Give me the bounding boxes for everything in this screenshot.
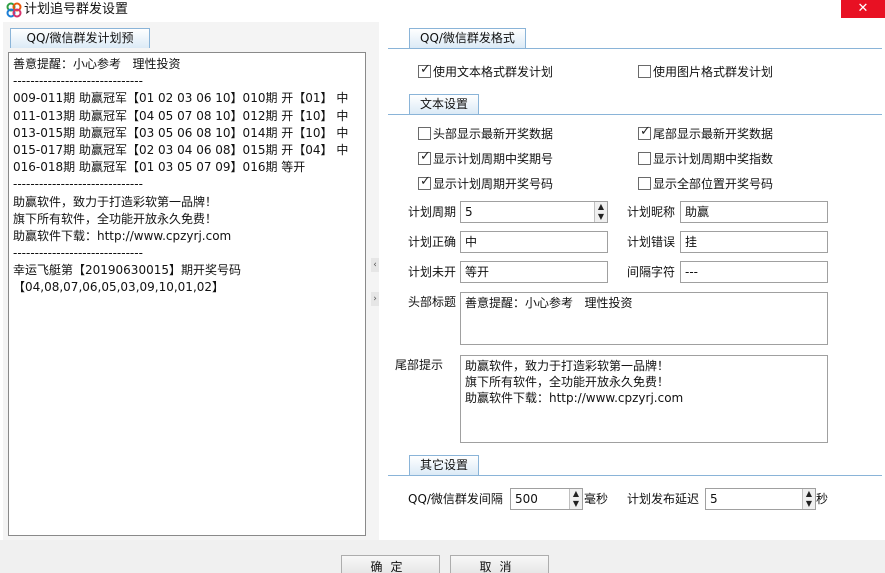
divider [388, 475, 882, 476]
plan-pending-input[interactable]: 等开 [460, 261, 608, 283]
ok-button[interactable]: 确定 [341, 555, 440, 573]
preview-panel: QQ/微信群发计划预 善意提醒：小心参考 理性投资 --------------… [3, 22, 371, 540]
preview-line: 幸运飞艇第【20190630015】期开奖号码 [13, 263, 241, 278]
spin-up-icon[interactable]: ▲ [802, 489, 815, 499]
checkbox-image-plan[interactable]: 使用图片格式群发计划 [638, 64, 773, 80]
spin-up-icon[interactable]: ▲ [594, 202, 607, 212]
plan-pending-label: 计划未开 [408, 265, 457, 279]
divider [388, 48, 882, 49]
publish-delay-label: 计划发布延迟 [627, 492, 700, 506]
checkbox-label: 头部显示最新开奖数据 [433, 127, 554, 141]
divider [388, 114, 882, 115]
checkbox-box[interactable] [638, 152, 651, 165]
checkbox-cycle-win-period[interactable]: ✓ 显示计划周期中奖期号 [418, 149, 554, 167]
checkbox-all-positions[interactable]: 显示全部位置开奖号码 [638, 176, 773, 192]
publish-delay-value: 5 [710, 492, 718, 506]
footer-tip-label: 尾部提示 [395, 358, 444, 372]
preview-line: 【04,08,07,06,05,03,09,10,01,02】 [13, 280, 225, 295]
preview-line: 旗下所有软件，全功能开放永久免费！ [13, 211, 218, 226]
checkbox-box[interactable]: ✓ [418, 174, 431, 190]
button-bar: 确定 取消 [0, 540, 885, 573]
expand-right-icon[interactable]: › [371, 292, 379, 306]
publish-delay-unit: 秒 [816, 492, 829, 506]
panel-splitter[interactable]: ‹ › [371, 22, 379, 540]
textarea-line: 助赢软件，致力于打造彩软第一品牌！ [465, 359, 670, 373]
preview-line: 助赢软件，致力于打造彩软第一品牌！ [13, 194, 218, 209]
checkmark-icon: ✓ [420, 149, 431, 164]
preview-line: 助赢软件下载：http://www.cpzyrj.com [13, 228, 232, 243]
preview-line: 009-011期 助赢冠军【01 02 03 06 10】010期 开【01】 … [13, 91, 349, 106]
spin-down-icon[interactable]: ▼ [802, 499, 815, 509]
checkbox-box[interactable]: ✓ [418, 62, 431, 78]
header-title-label: 头部标题 [408, 295, 457, 309]
plan-correct-input[interactable]: 中 [460, 231, 608, 253]
checkbox-text-plan[interactable]: ✓ 使用文本格式群发计划 [418, 62, 554, 80]
plan-wrong-label: 计划错误 [627, 235, 676, 249]
preview-line: 013-015期 助赢冠军【03 05 06 08 10】014期 开【10】 … [13, 125, 349, 140]
app-logo-icon [6, 2, 22, 18]
tab-preview[interactable]: QQ/微信群发计划预 [10, 28, 150, 48]
textarea-line: 助赢软件下载：http://www.cpzyrj.com [465, 391, 684, 405]
tab-text-settings[interactable]: 文本设置 [409, 94, 480, 114]
tab-format[interactable]: QQ/微信群发格式 [409, 28, 526, 48]
checkbox-box[interactable]: ✓ [638, 124, 651, 140]
textarea-line: 善意提醒：小心参考 理性投资 [465, 296, 633, 310]
plan-wrong-input[interactable]: 挂 [680, 231, 828, 253]
preview-line: ------------------------------ [13, 74, 143, 89]
checkmark-icon: ✓ [640, 124, 651, 139]
collapse-left-icon[interactable]: ‹ [371, 258, 379, 272]
checkbox-box[interactable] [418, 127, 431, 140]
checkbox-label: 使用文本格式群发计划 [433, 65, 554, 79]
checkmark-icon: ✓ [420, 174, 431, 189]
spin-down-icon[interactable]: ▼ [594, 212, 607, 222]
header-title-textarea[interactable]: 善意提醒：小心参考 理性投资 [460, 292, 828, 345]
tab-other-settings[interactable]: 其它设置 [409, 455, 480, 475]
preview-line: 011-013期 助赢冠军【04 05 07 08 10】012期 开【10】 … [13, 108, 349, 123]
preview-line: 善意提醒：小心参考 理性投资 [13, 57, 181, 71]
checkbox-label: 显示计划周期中奖指数 [653, 152, 774, 166]
close-button[interactable]: ✕ [841, 0, 885, 18]
preview-textbox[interactable]: 善意提醒：小心参考 理性投资 -------------------------… [8, 52, 366, 536]
checkbox-box[interactable]: ✓ [418, 149, 431, 165]
plan-cycle-value: 5 [465, 205, 473, 219]
checkbox-footer-latest[interactable]: ✓ 尾部显示最新开奖数据 [638, 124, 774, 142]
checkbox-label: 尾部显示最新开奖数据 [653, 127, 774, 141]
publish-delay-spinner[interactable]: 5 ▲ ▼ [705, 488, 816, 510]
checkbox-cycle-win-index[interactable]: 显示计划周期中奖指数 [638, 151, 773, 167]
plan-cycle-label: 计划周期 [408, 205, 457, 219]
spin-down-icon[interactable]: ▼ [569, 499, 582, 509]
checkbox-label: 显示计划周期中奖期号 [433, 152, 554, 166]
checkbox-label: 使用图片格式群发计划 [653, 65, 774, 79]
separator-char-label: 间隔字符 [627, 265, 676, 279]
checkbox-box[interactable] [638, 177, 651, 190]
title-bar: 计划追号群发设置 ✕ [0, 0, 885, 22]
plan-correct-label: 计划正确 [408, 235, 457, 249]
settings-panel: QQ/微信群发格式 ✓ 使用文本格式群发计划 使用图片格式群发计划 文本设置 头部… [379, 22, 885, 540]
spin-up-icon[interactable]: ▲ [569, 489, 582, 499]
preview-line: 015-017期 助赢冠军【02 03 04 06 08】015期 开【04】 … [13, 142, 349, 157]
checkbox-label: 显示全部位置开奖号码 [653, 177, 774, 191]
checkbox-label: 显示计划周期开奖号码 [433, 177, 554, 191]
send-interval-unit: 毫秒 [584, 492, 609, 506]
checkbox-header-latest[interactable]: 头部显示最新开奖数据 [418, 126, 553, 142]
textarea-line: 旗下所有软件，全功能开放永久免费！ [465, 375, 670, 389]
plan-nickname-input[interactable]: 助赢 [680, 201, 828, 223]
cancel-button[interactable]: 取消 [450, 555, 549, 573]
checkbox-cycle-draw-numbers[interactable]: ✓ 显示计划周期开奖号码 [418, 174, 554, 192]
separator-char-input[interactable]: --- [680, 261, 828, 283]
checkbox-box[interactable] [638, 65, 651, 78]
send-interval-value: 500 [515, 492, 538, 506]
window-title: 计划追号群发设置 [24, 2, 129, 17]
preview-line: ------------------------------ [13, 246, 143, 261]
plan-cycle-spinner[interactable]: 5 ▲ ▼ [460, 201, 608, 223]
footer-tip-textarea[interactable]: 助赢软件，致力于打造彩软第一品牌！ 旗下所有软件，全功能开放永久免费！ 助赢软件… [460, 355, 828, 443]
preview-line: ------------------------------ [13, 177, 143, 192]
send-interval-label: QQ/微信群发间隔 [408, 492, 503, 506]
plan-nickname-label: 计划昵称 [627, 205, 676, 219]
preview-line: 016-018期 助赢冠军【01 03 05 07 09】016期 等开 [13, 160, 306, 175]
checkmark-icon: ✓ [420, 62, 431, 77]
send-interval-spinner[interactable]: 500 ▲ ▼ [510, 488, 583, 510]
